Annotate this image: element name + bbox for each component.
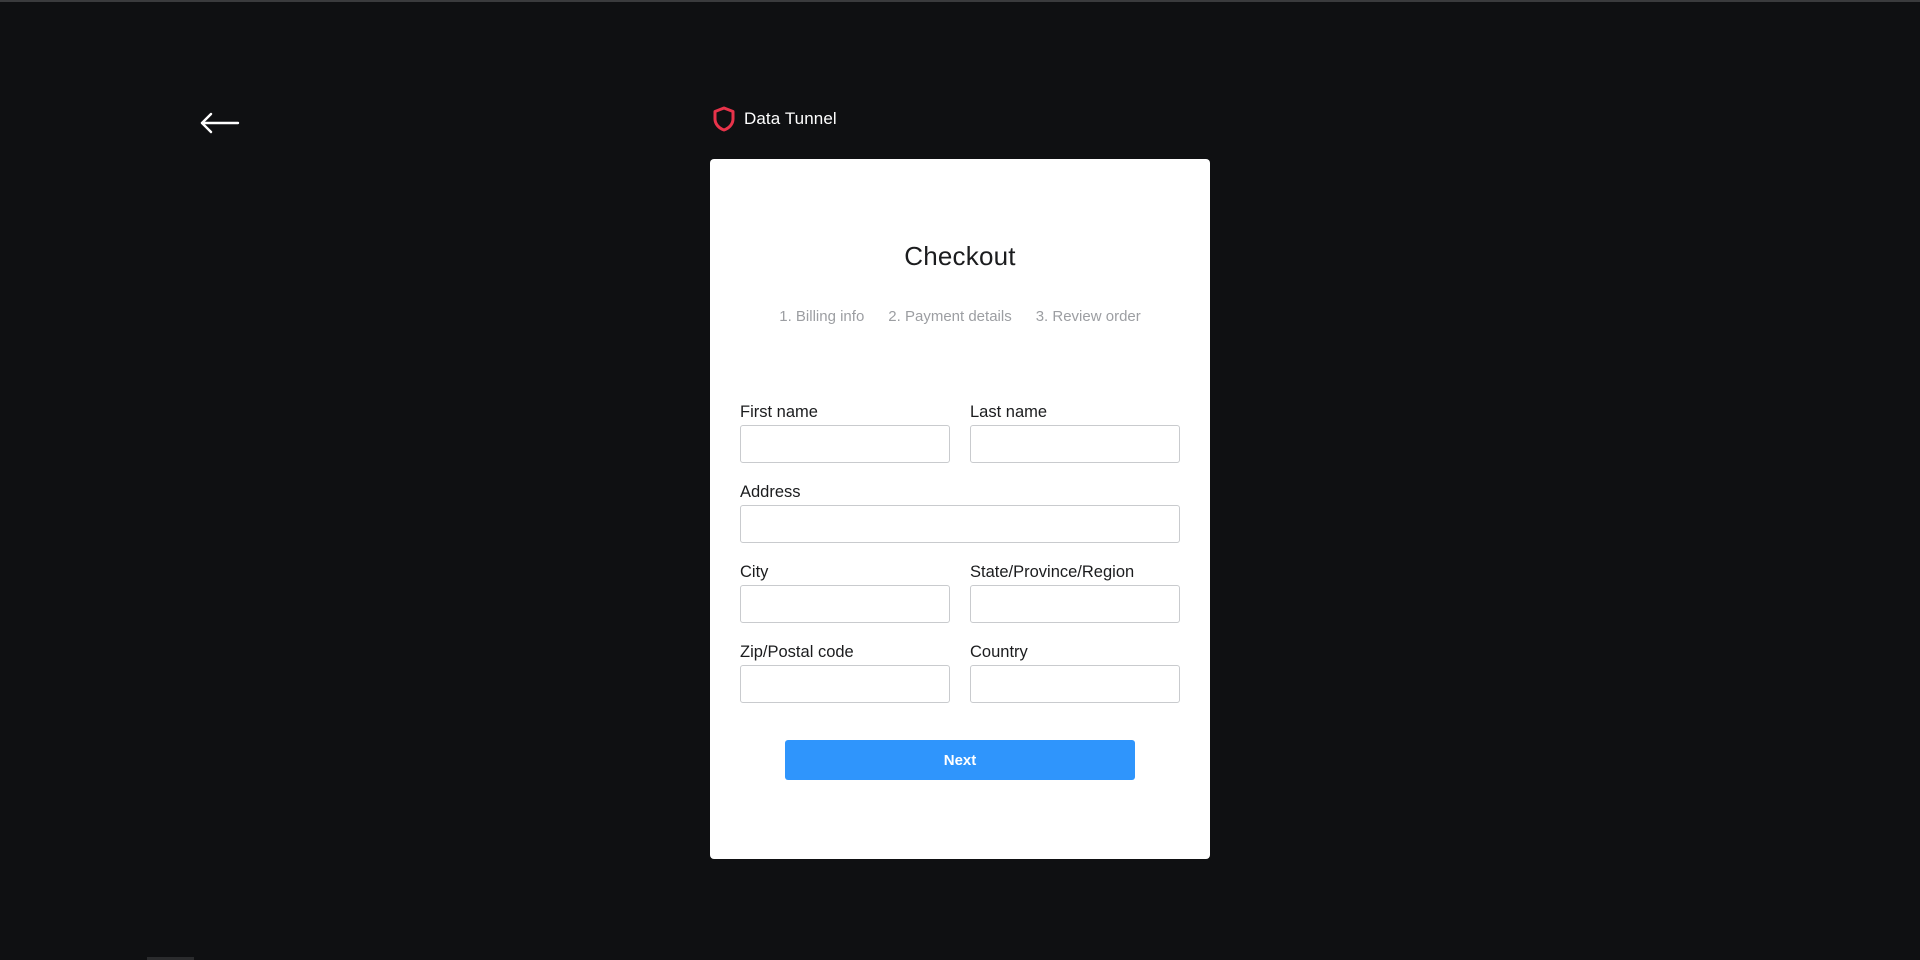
city-group: City [740,561,950,623]
state-field[interactable] [970,585,1180,623]
city-field[interactable] [740,585,950,623]
country-group: Country [970,641,1180,703]
shield-icon [713,106,735,132]
first-name-field[interactable] [740,425,950,463]
country-field[interactable] [970,665,1180,703]
brand-name: Data Tunnel [744,109,837,128]
state-group: State/Province/Region [970,561,1180,623]
zip-group: Zip/Postal code [740,641,950,703]
address-group: Address [740,481,1180,543]
page-title: Checkout [904,241,1016,271]
step-payment-details: 2. Payment details [888,308,1012,325]
step-billing-info: 1. Billing info [779,308,865,325]
zip-field[interactable] [740,665,950,703]
city-label: City [740,563,769,581]
zip-label: Zip/Postal code [740,643,854,661]
last-name-field[interactable] [970,425,1180,463]
address-label: Address [740,483,801,501]
country-label: Country [970,643,1028,661]
checkout-steps: 1. Billing info 2. Payment details 3. Re… [710,308,1210,325]
last-name-group: Last name [970,401,1180,463]
last-name-label: Last name [970,403,1048,421]
address-field[interactable] [740,505,1180,543]
state-label: State/Province/Region [970,563,1135,581]
checkout-card: Checkout 1. Billing info 2. Payment deta… [710,159,1210,859]
first-name-label: First name [740,403,818,421]
next-button[interactable]: Next [785,740,1135,780]
step-review-order: 3. Review order [1035,308,1141,325]
back-button[interactable] [198,108,242,138]
window-top-border [0,0,1920,2]
first-name-group: First name [740,401,950,463]
brand: Data Tunnel [713,106,837,132]
arrow-left-icon [200,112,240,134]
